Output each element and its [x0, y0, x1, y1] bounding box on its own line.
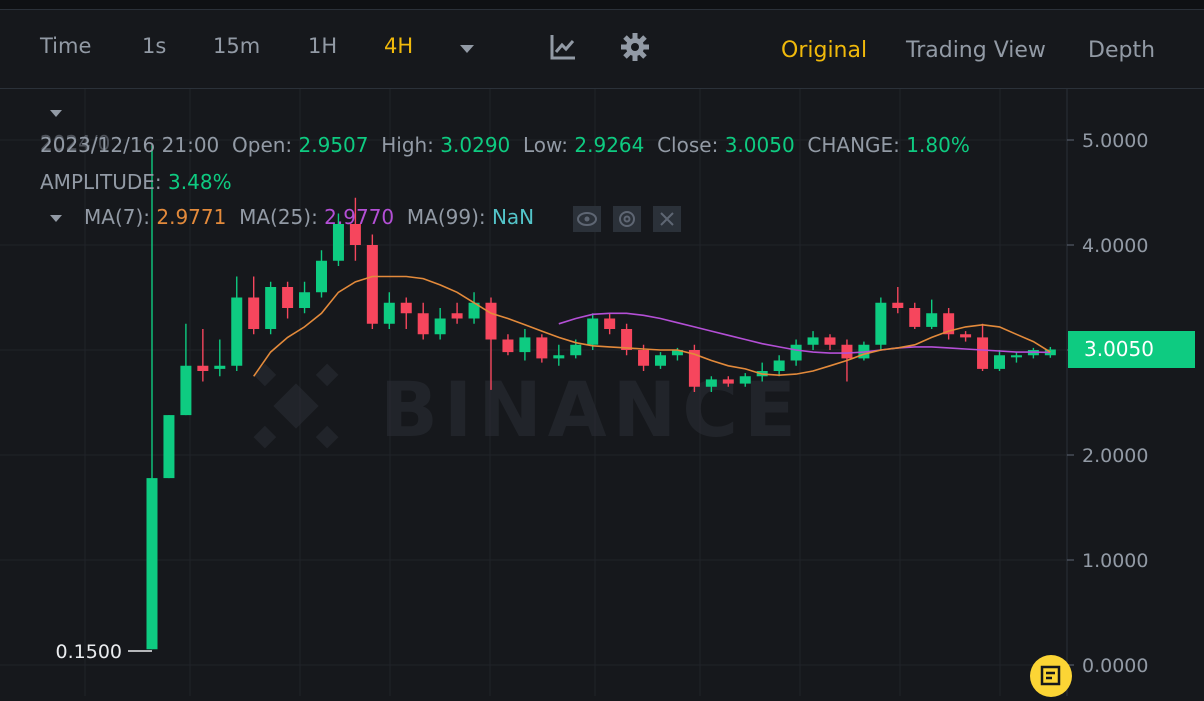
ma99-value: NaN: [491, 205, 535, 229]
candle-body: [316, 260, 327, 293]
settings-gear-icon[interactable]: [620, 32, 650, 62]
order-list-icon: [1040, 665, 1061, 686]
candle-body: [502, 339, 514, 353]
change-label: CHANGE:: [807, 133, 900, 157]
more-intervals-chevron-icon[interactable]: [460, 45, 474, 53]
ma25-value: 2.9770: [324, 205, 395, 229]
candle-body: [841, 344, 853, 359]
y-tick-label: 2.0000: [1082, 445, 1148, 467]
candle-body: [383, 302, 395, 324]
amplitude-label: AMPLITUDE:: [40, 170, 162, 194]
candle-body: [773, 360, 785, 371]
close-value: 3.0050: [724, 133, 795, 157]
ma25-label: MA(25):: [239, 205, 318, 229]
candle-body: [960, 334, 972, 338]
collapse-legend-chevron-icon[interactable]: [50, 110, 62, 117]
candle-body: [739, 376, 751, 384]
candle-body: [485, 302, 497, 340]
candle-body: [587, 318, 599, 345]
candle-body: [400, 302, 412, 314]
binance-watermark: BINANCE: [253, 363, 802, 454]
order-book-fab[interactable]: [1030, 655, 1072, 697]
interval-4h[interactable]: 4H: [384, 34, 413, 58]
y-tick-label: 5.0000: [1082, 130, 1148, 152]
candle-body: [332, 224, 344, 261]
candle-body: [146, 478, 158, 650]
top-border: [0, 0, 1204, 10]
candle-body: [570, 344, 582, 356]
amplitude-row: AMPLITUDE: 3.48%: [40, 170, 232, 194]
y-tick-label: 1.0000: [1082, 550, 1148, 572]
ma99-label: MA(99):: [406, 205, 486, 229]
high-value: 3.0290: [440, 133, 511, 157]
overlapping-datetime-text: 2024/0: [40, 131, 111, 155]
candle-body: [790, 344, 802, 361]
toolbar: Time 1s 15m 1H 4H Original Trading View …: [0, 10, 1204, 89]
change-value: 1.80%: [906, 133, 970, 157]
open-label: Open:: [232, 133, 293, 157]
candle-body: [875, 302, 887, 345]
candle-body: [231, 297, 243, 366]
candle-body: [892, 302, 904, 308]
candle-body: [1010, 355, 1022, 358]
candle-body: [434, 318, 446, 335]
min-price-label: 0.1500: [56, 641, 122, 663]
candle-body: [265, 287, 277, 329]
ma7-value: 2.9771: [156, 205, 227, 229]
low-label: Low:: [523, 133, 569, 157]
collapse-ma-chevron-icon[interactable]: [50, 215, 62, 222]
remove-indicator-close-icon[interactable]: [653, 206, 681, 232]
candle-body: [926, 313, 938, 327]
candle-body: [621, 329, 633, 350]
amplitude-value: 3.48%: [168, 170, 232, 194]
candle-body: [417, 313, 429, 335]
candle-body: [909, 308, 921, 327]
candle-body: [638, 350, 650, 366]
view-original[interactable]: Original: [781, 38, 867, 63]
candle-body: [366, 245, 378, 324]
candle-body: [536, 337, 548, 359]
candle-body: [655, 355, 666, 366]
interval-15m[interactable]: 15m: [213, 34, 260, 58]
close-label: Close:: [657, 133, 719, 157]
candle-body: [451, 313, 463, 319]
candle-body: [994, 355, 1005, 369]
ma7-label: MA(7):: [84, 205, 151, 229]
candle-body: [519, 337, 531, 353]
ma-settings-gear-icon[interactable]: [613, 206, 641, 232]
candle-body: [163, 415, 175, 479]
min-price-marker: 0.1500: [56, 641, 152, 663]
high-label: High:: [381, 133, 434, 157]
time-button[interactable]: Time: [40, 34, 91, 58]
candle-body: [705, 379, 717, 387]
open-value: 2.9507: [298, 133, 369, 157]
candle-body: [824, 337, 836, 345]
candle-body: [553, 355, 565, 359]
view-trading-view[interactable]: Trading View: [906, 38, 1046, 63]
current-price-tag: 3.0050: [1068, 331, 1195, 368]
candle-body: [197, 365, 209, 371]
candle-body: [299, 292, 311, 308]
price-axis: 5.00004.00003.00002.00001.00000.0000: [1067, 130, 1148, 677]
toggle-visibility-eye-icon[interactable]: [573, 206, 601, 232]
candle-body: [722, 379, 734, 384]
ma25-line: [558, 312, 1051, 354]
interval-1s[interactable]: 1s: [142, 34, 166, 58]
candle-body: [282, 287, 294, 308]
candle-body: [180, 365, 192, 416]
candle-body: [214, 365, 226, 369]
candle-body: [807, 337, 819, 345]
low-value: 2.9264: [574, 133, 645, 157]
y-tick-label: 4.0000: [1082, 235, 1148, 257]
candle-body: [977, 337, 989, 369]
svg-text:BINANCE: BINANCE: [380, 365, 802, 454]
ma-legend: MA(7): 2.9771 MA(25): 2.9770 MA(99): NaN: [84, 205, 534, 229]
candle-body: [604, 318, 616, 329]
ohlc-legend: 2023/12/16 21:00 Open: 2.9507 High: 3.02…: [40, 133, 970, 157]
candle-body: [248, 297, 260, 329]
interval-1h[interactable]: 1H: [308, 34, 337, 58]
view-depth[interactable]: Depth: [1088, 38, 1155, 63]
y-tick-label: 0.0000: [1082, 655, 1148, 677]
indicator-chart-icon[interactable]: [548, 32, 578, 62]
